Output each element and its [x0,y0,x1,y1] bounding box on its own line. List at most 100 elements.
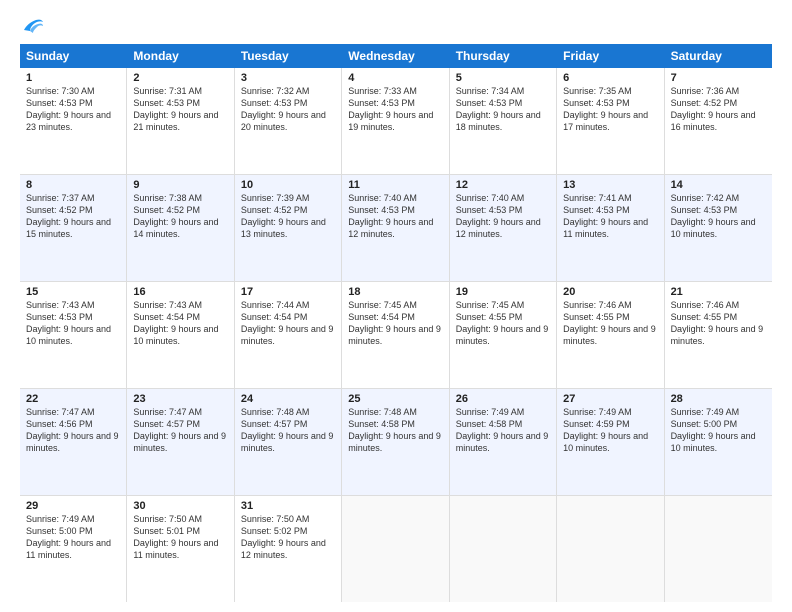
day-cell-21: 21Sunrise: 7:46 AMSunset: 4:55 PMDayligh… [665,282,772,388]
day-cell-empty-4-3 [342,496,449,602]
day-cell-20: 20Sunrise: 7:46 AMSunset: 4:55 PMDayligh… [557,282,664,388]
day-info: Sunrise: 7:47 AMSunset: 4:57 PMDaylight:… [133,406,227,455]
day-cell-13: 13Sunrise: 7:41 AMSunset: 4:53 PMDayligh… [557,175,664,281]
day-cell-empty-4-6 [665,496,772,602]
day-cell-7: 7Sunrise: 7:36 AMSunset: 4:52 PMDaylight… [665,68,772,174]
day-number: 15 [26,286,120,298]
day-number: 29 [26,500,120,512]
day-number: 20 [563,286,657,298]
day-info: Sunrise: 7:48 AMSunset: 4:58 PMDaylight:… [348,406,442,455]
day-info: Sunrise: 7:47 AMSunset: 4:56 PMDaylight:… [26,406,120,455]
calendar-header: SundayMondayTuesdayWednesdayThursdayFrid… [20,44,772,68]
day-number: 8 [26,179,120,191]
day-info: Sunrise: 7:41 AMSunset: 4:53 PMDaylight:… [563,192,657,241]
day-info: Sunrise: 7:42 AMSunset: 4:53 PMDaylight:… [671,192,766,241]
day-cell-25: 25Sunrise: 7:48 AMSunset: 4:58 PMDayligh… [342,389,449,495]
header-day-saturday: Saturday [665,44,772,68]
logo-bird-icon [22,16,44,34]
day-info: Sunrise: 7:44 AMSunset: 4:54 PMDaylight:… [241,299,335,348]
day-number: 13 [563,179,657,191]
day-number: 22 [26,393,120,405]
day-cell-11: 11Sunrise: 7:40 AMSunset: 4:53 PMDayligh… [342,175,449,281]
day-number: 21 [671,286,766,298]
day-cell-15: 15Sunrise: 7:43 AMSunset: 4:53 PMDayligh… [20,282,127,388]
day-info: Sunrise: 7:38 AMSunset: 4:52 PMDaylight:… [133,192,227,241]
day-cell-4: 4Sunrise: 7:33 AMSunset: 4:53 PMDaylight… [342,68,449,174]
day-info: Sunrise: 7:49 AMSunset: 4:58 PMDaylight:… [456,406,550,455]
day-info: Sunrise: 7:49 AMSunset: 4:59 PMDaylight:… [563,406,657,455]
day-info: Sunrise: 7:31 AMSunset: 4:53 PMDaylight:… [133,85,227,134]
day-cell-19: 19Sunrise: 7:45 AMSunset: 4:55 PMDayligh… [450,282,557,388]
day-number: 1 [26,72,120,84]
day-info: Sunrise: 7:49 AMSunset: 5:00 PMDaylight:… [671,406,766,455]
day-cell-30: 30Sunrise: 7:50 AMSunset: 5:01 PMDayligh… [127,496,234,602]
day-cell-27: 27Sunrise: 7:49 AMSunset: 4:59 PMDayligh… [557,389,664,495]
day-info: Sunrise: 7:32 AMSunset: 4:53 PMDaylight:… [241,85,335,134]
day-number: 25 [348,393,442,405]
day-cell-29: 29Sunrise: 7:49 AMSunset: 5:00 PMDayligh… [20,496,127,602]
day-info: Sunrise: 7:33 AMSunset: 4:53 PMDaylight:… [348,85,442,134]
day-info: Sunrise: 7:36 AMSunset: 4:52 PMDaylight:… [671,85,766,134]
header-day-friday: Friday [557,44,664,68]
calendar-week-5: 29Sunrise: 7:49 AMSunset: 5:00 PMDayligh… [20,496,772,602]
day-cell-1: 1Sunrise: 7:30 AMSunset: 4:53 PMDaylight… [20,68,127,174]
day-info: Sunrise: 7:49 AMSunset: 5:00 PMDaylight:… [26,513,120,562]
calendar-week-1: 1Sunrise: 7:30 AMSunset: 4:53 PMDaylight… [20,68,772,175]
day-info: Sunrise: 7:50 AMSunset: 5:02 PMDaylight:… [241,513,335,562]
day-cell-16: 16Sunrise: 7:43 AMSunset: 4:54 PMDayligh… [127,282,234,388]
day-info: Sunrise: 7:40 AMSunset: 4:53 PMDaylight:… [456,192,550,241]
day-info: Sunrise: 7:50 AMSunset: 5:01 PMDaylight:… [133,513,227,562]
day-number: 23 [133,393,227,405]
day-cell-28: 28Sunrise: 7:49 AMSunset: 5:00 PMDayligh… [665,389,772,495]
day-number: 24 [241,393,335,405]
day-cell-2: 2Sunrise: 7:31 AMSunset: 4:53 PMDaylight… [127,68,234,174]
day-cell-14: 14Sunrise: 7:42 AMSunset: 4:53 PMDayligh… [665,175,772,281]
calendar-week-3: 15Sunrise: 7:43 AMSunset: 4:53 PMDayligh… [20,282,772,389]
day-info: Sunrise: 7:34 AMSunset: 4:53 PMDaylight:… [456,85,550,134]
day-number: 31 [241,500,335,512]
day-number: 27 [563,393,657,405]
day-cell-3: 3Sunrise: 7:32 AMSunset: 4:53 PMDaylight… [235,68,342,174]
day-cell-5: 5Sunrise: 7:34 AMSunset: 4:53 PMDaylight… [450,68,557,174]
day-number: 10 [241,179,335,191]
logo [20,16,44,34]
day-number: 17 [241,286,335,298]
header-day-thursday: Thursday [450,44,557,68]
day-cell-8: 8Sunrise: 7:37 AMSunset: 4:52 PMDaylight… [20,175,127,281]
day-cell-empty-4-4 [450,496,557,602]
day-number: 26 [456,393,550,405]
day-info: Sunrise: 7:45 AMSunset: 4:54 PMDaylight:… [348,299,442,348]
day-cell-24: 24Sunrise: 7:48 AMSunset: 4:57 PMDayligh… [235,389,342,495]
day-number: 11 [348,179,442,191]
day-cell-23: 23Sunrise: 7:47 AMSunset: 4:57 PMDayligh… [127,389,234,495]
day-number: 9 [133,179,227,191]
day-number: 28 [671,393,766,405]
calendar: SundayMondayTuesdayWednesdayThursdayFrid… [20,44,772,602]
day-number: 12 [456,179,550,191]
day-number: 30 [133,500,227,512]
day-number: 19 [456,286,550,298]
day-cell-10: 10Sunrise: 7:39 AMSunset: 4:52 PMDayligh… [235,175,342,281]
day-cell-9: 9Sunrise: 7:38 AMSunset: 4:52 PMDaylight… [127,175,234,281]
day-number: 18 [348,286,442,298]
day-info: Sunrise: 7:40 AMSunset: 4:53 PMDaylight:… [348,192,442,241]
day-cell-18: 18Sunrise: 7:45 AMSunset: 4:54 PMDayligh… [342,282,449,388]
header-day-tuesday: Tuesday [235,44,342,68]
header-day-sunday: Sunday [20,44,127,68]
day-number: 7 [671,72,766,84]
day-cell-6: 6Sunrise: 7:35 AMSunset: 4:53 PMDaylight… [557,68,664,174]
day-cell-26: 26Sunrise: 7:49 AMSunset: 4:58 PMDayligh… [450,389,557,495]
day-info: Sunrise: 7:35 AMSunset: 4:53 PMDaylight:… [563,85,657,134]
day-cell-12: 12Sunrise: 7:40 AMSunset: 4:53 PMDayligh… [450,175,557,281]
day-cell-empty-4-5 [557,496,664,602]
header [20,16,772,34]
calendar-week-2: 8Sunrise: 7:37 AMSunset: 4:52 PMDaylight… [20,175,772,282]
header-day-monday: Monday [127,44,234,68]
day-number: 2 [133,72,227,84]
day-number: 14 [671,179,766,191]
day-cell-31: 31Sunrise: 7:50 AMSunset: 5:02 PMDayligh… [235,496,342,602]
day-number: 4 [348,72,442,84]
day-cell-22: 22Sunrise: 7:47 AMSunset: 4:56 PMDayligh… [20,389,127,495]
day-info: Sunrise: 7:48 AMSunset: 4:57 PMDaylight:… [241,406,335,455]
day-info: Sunrise: 7:46 AMSunset: 4:55 PMDaylight:… [563,299,657,348]
